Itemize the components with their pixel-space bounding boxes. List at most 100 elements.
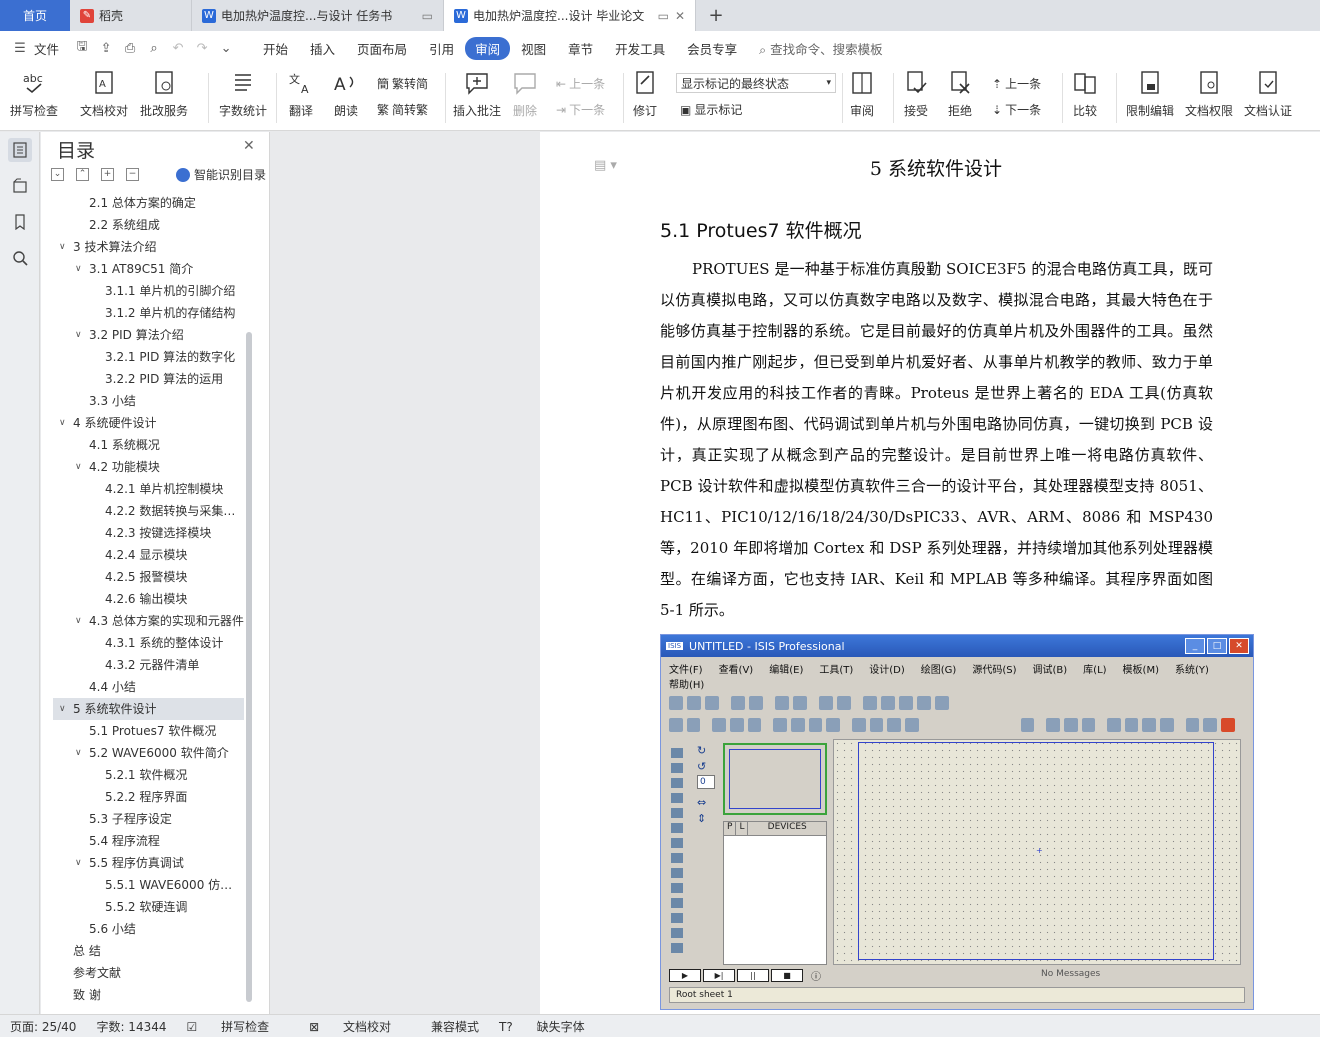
toc-item[interactable]: 5.3 子程序设定 — [53, 808, 244, 830]
chevron-down-icon[interactable]: ∨ — [75, 610, 82, 632]
word-count-indicator[interactable]: 字数: 14344 — [96, 1018, 166, 1035]
monitor-icon[interactable]: ▭ — [422, 9, 433, 23]
print-preview-icon[interactable]: ⌕ — [142, 41, 166, 56]
show-markup-button[interactable]: ▣ 显示标记 — [680, 101, 742, 118]
restrict-edit-button[interactable]: 限制编辑 — [1126, 69, 1174, 119]
toc-item[interactable]: 4.2.2 数据转换与采集模块 — [53, 500, 244, 522]
tab-task-doc[interactable]: W 电加热炉温度控...与设计 任务书 ▭ — [192, 0, 444, 31]
toc-item[interactable]: ∨ 3 技术算法介绍 — [53, 236, 244, 258]
menu-insert[interactable]: 插入 — [299, 39, 346, 58]
toc-item[interactable]: 4.2.5 报警模块 — [53, 566, 244, 588]
doc-permission-button[interactable]: 文档权限 — [1185, 69, 1233, 119]
missing-font-button[interactable]: T? 缺失字体 — [499, 1018, 605, 1035]
menu-start[interactable]: 开始 — [252, 39, 299, 58]
compare-button[interactable]: 比较 — [1071, 69, 1099, 119]
spell-check-toggle[interactable]: ☑ 拼写检查 — [187, 1018, 290, 1035]
toc-item[interactable]: 3.1.2 单片机的存储结构 — [53, 302, 244, 324]
toc-item[interactable]: 总 结 — [53, 940, 244, 962]
prev-comment-button[interactable]: ⇤ 上一条 — [556, 75, 605, 92]
toc-item[interactable]: 5.5.2 软硬连调 — [53, 896, 244, 918]
hamburger-icon[interactable]: ☰ — [8, 41, 32, 56]
chevron-down-icon[interactable]: ∨ — [75, 852, 82, 874]
export-icon[interactable]: ⇪ — [94, 41, 118, 56]
toc-item[interactable]: ∨ 5 系统软件设计 — [53, 698, 244, 720]
redo-icon[interactable]: ↷ — [190, 41, 214, 56]
toc-item[interactable]: 4.2.1 单片机控制模块 — [53, 478, 244, 500]
toc-item[interactable]: ∨ 4.3 总体方案的实现和元器件 — [53, 610, 244, 632]
toc-item[interactable]: ∨ 5.5 程序仿真调试 — [53, 852, 244, 874]
command-search[interactable]: ⌕ 查找命令、搜索模板 — [748, 39, 894, 58]
toc-item[interactable]: 5.4 程序流程 — [53, 830, 244, 852]
next-change-button[interactable]: ⇣ 下一条 — [992, 101, 1041, 118]
doc-cert-button[interactable]: 文档认证 — [1244, 69, 1292, 119]
chevron-down-icon[interactable]: ∨ — [59, 412, 66, 434]
translate-button[interactable]: 文A 翻译 — [287, 69, 315, 119]
search-icon[interactable] — [8, 246, 32, 270]
toc-item[interactable]: 5.2.2 程序界面 — [53, 786, 244, 808]
chevron-down-icon[interactable]: ∨ — [59, 236, 66, 258]
chevron-down-icon[interactable]: ∨ — [75, 324, 82, 346]
undo-icon[interactable]: ↶ — [166, 41, 190, 56]
new-tab-button[interactable]: + — [696, 0, 736, 31]
toc-item[interactable]: 致 谢 — [53, 984, 244, 1006]
toc-item[interactable]: 3.3 小结 — [53, 390, 244, 412]
collapse-all-icon[interactable]: ⌃ — [76, 168, 89, 181]
save-icon[interactable]: 🖫 — [70, 37, 94, 59]
close-tab-icon[interactable]: ✕ — [675, 9, 685, 23]
toc-item[interactable]: 4.2.6 输出模块 — [53, 588, 244, 610]
menu-review[interactable]: 审阅 — [465, 36, 511, 60]
smart-toc-button[interactable]: 智能识别目录 — [175, 166, 266, 183]
print-icon[interactable]: ⎙ — [118, 41, 142, 56]
chevron-down-icon[interactable]: ∨ — [75, 456, 82, 478]
page-indicator[interactable]: 页面: 25/40 — [10, 1018, 76, 1035]
tab-daoke[interactable]: ✎ 稻壳 — [70, 0, 192, 31]
read-aloud-button[interactable]: A 朗读 — [332, 69, 360, 119]
toc-item[interactable]: ∨ 4.2 功能模块 — [53, 456, 244, 478]
toc-item[interactable]: ∨ 5.2 WAVE6000 软件简介 — [53, 742, 244, 764]
toc-item[interactable]: 4.4 小结 — [53, 676, 244, 698]
markup-mode-select[interactable]: 显示标记的最终状态 ▾ — [676, 73, 836, 93]
menu-member[interactable]: 会员专享 — [676, 39, 748, 58]
toc-item[interactable]: 5.1 Protues7 软件概况 — [53, 720, 244, 742]
insert-comment-button[interactable]: 插入批注 — [453, 69, 501, 119]
toc-scrollbar[interactable] — [246, 332, 252, 1002]
doc-proof-button[interactable]: A 文档校对 — [80, 69, 128, 119]
menu-devtools[interactable]: 开发工具 — [604, 39, 676, 58]
track-changes-button[interactable]: 修订 — [631, 69, 659, 119]
tab-thesis-doc[interactable]: W 电加热炉温度控...设计 毕业论文 ▭ ✕ — [444, 0, 696, 31]
add-heading-icon[interactable]: + — [101, 168, 114, 181]
to-simplified-button[interactable]: 繁简转繁 — [377, 101, 428, 118]
chevron-down-icon[interactable]: ∨ — [59, 698, 66, 720]
menu-view[interactable]: 视图 — [510, 39, 557, 58]
toc-item[interactable]: 参考文献 — [53, 962, 244, 984]
compat-mode-label[interactable]: 兼容模式 — [431, 1018, 479, 1035]
delete-comment-button[interactable]: 删除 — [511, 69, 539, 119]
revise-service-button[interactable]: 批改服务 — [140, 69, 188, 119]
toc-item[interactable]: 3.2.1 PID 算法的数字化 — [53, 346, 244, 368]
toc-item[interactable]: ∨ 3.2 PID 算法介绍 — [53, 324, 244, 346]
close-icon[interactable]: ✕ — [243, 138, 255, 154]
toc-item[interactable]: ∨ 3.1 AT89C51 简介 — [53, 258, 244, 280]
toc-item[interactable]: 4.1 系统概况 — [53, 434, 244, 456]
toc-item[interactable]: 4.2.3 按键选择模块 — [53, 522, 244, 544]
toc-item[interactable]: 4.3.2 元器件清单 — [53, 654, 244, 676]
toc-item[interactable]: 5.6 小结 — [53, 918, 244, 940]
doc-proof-toggle[interactable]: ⊠ 文档校对 — [309, 1018, 411, 1035]
document-page[interactable]: ▤ ▾ 5 系统软件设计 5.1 Protues7 软件概况 PROTUES 是… — [540, 132, 1320, 1014]
spell-check-button[interactable]: abc 拼写检查 — [10, 69, 58, 119]
toc-item[interactable]: 2.1 总体方案的确定 — [53, 192, 244, 214]
nav-pane-icon[interactable] — [8, 174, 32, 198]
bookmark-icon[interactable] — [8, 210, 32, 234]
monitor-icon[interactable]: ▭ — [658, 9, 669, 23]
toc-item[interactable]: 2.2 系统组成 — [53, 214, 244, 236]
chevron-down-icon[interactable]: ⌄ — [214, 41, 238, 56]
to-traditional-button[interactable]: 簡繁转简 — [377, 75, 428, 92]
toc-item[interactable]: 3.1.1 单片机的引脚介绍 — [53, 280, 244, 302]
toc-item[interactable]: 5.5.1 WAVE6000 仿真调试 — [53, 874, 244, 896]
toc-panel-icon[interactable] — [8, 138, 32, 162]
menu-chapter[interactable]: 章节 — [557, 39, 604, 58]
toc-item[interactable]: 3.2.2 PID 算法的运用 — [53, 368, 244, 390]
toc-item[interactable]: ∨ 4 系统硬件设计 — [53, 412, 244, 434]
toc-item[interactable]: 4.2.4 显示模块 — [53, 544, 244, 566]
menu-file[interactable]: 文件 — [32, 39, 70, 58]
